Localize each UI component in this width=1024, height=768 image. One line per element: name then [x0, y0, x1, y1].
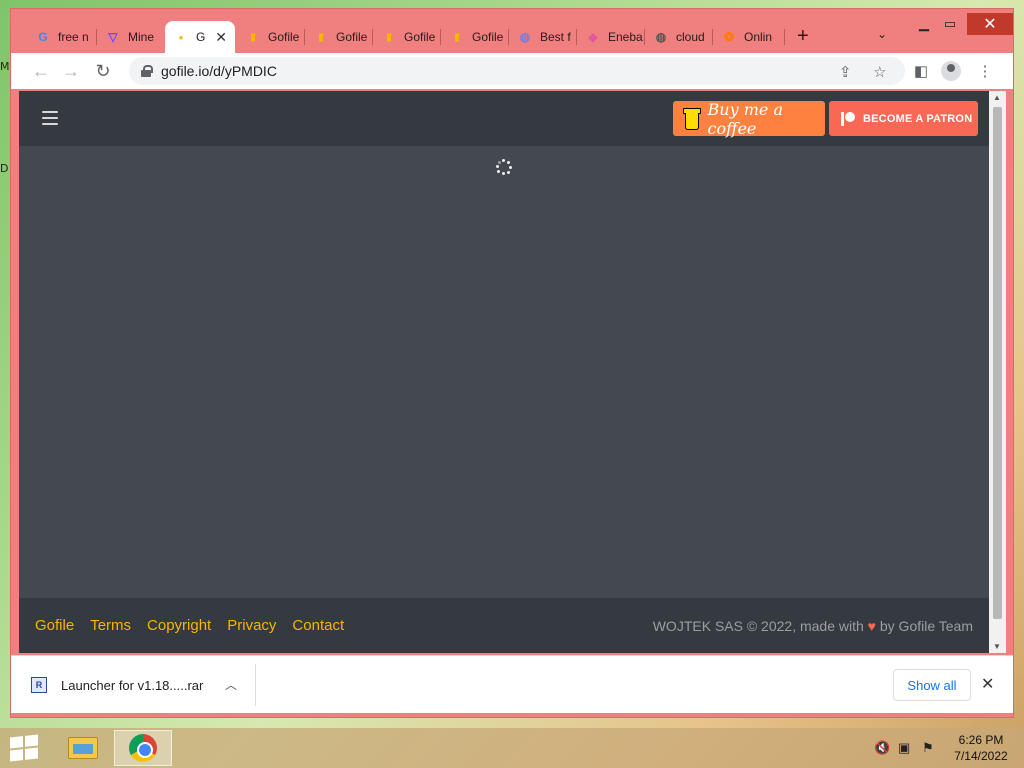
gofile-icon: ▮	[386, 31, 392, 43]
profile-avatar[interactable]	[941, 61, 961, 81]
heart-icon: ♥	[867, 618, 876, 634]
globe-icon: ◍	[655, 30, 667, 44]
tab[interactable]: ◆ Eneba	[577, 21, 645, 53]
tab-label: cloud	[676, 30, 705, 44]
download-bar: R Launcher for v1.18.....rar ︿ Show all …	[11, 655, 1013, 713]
tab-active[interactable]: ● G ✕	[165, 21, 235, 53]
chrome-taskbar-button[interactable]	[114, 730, 172, 766]
tab[interactable]: ◍ Best f	[509, 21, 577, 53]
clock-date: 7/14/2022	[954, 749, 1008, 763]
scroll-up-icon[interactable]: ▲	[993, 93, 1001, 102]
rar-file-icon: R	[31, 677, 47, 693]
bookmark-star-icon[interactable]: ☆	[873, 63, 886, 81]
footer-credit: WOJTEK SAS © 2022, made with ♥ by Gofile…	[653, 618, 973, 634]
tab-label: Gofile	[268, 30, 300, 44]
forward-icon[interactable]: →	[61, 61, 81, 81]
menu-kebab-icon[interactable]: ⋮	[975, 61, 995, 81]
coffee-cup-icon	[683, 107, 701, 130]
tab[interactable]: ▮ Gofile	[305, 21, 373, 53]
gofile-icon: ▮	[318, 31, 324, 43]
chrome-icon	[129, 734, 157, 762]
footer-link-copyright[interactable]: Copyright	[147, 617, 211, 634]
reload-icon[interactable]: ↻	[93, 61, 113, 81]
lock-icon	[141, 65, 153, 77]
url-text: gofile.io/d/yPMDIC	[161, 63, 277, 79]
desktop-glyph: M	[0, 60, 10, 73]
tab-strip: G free n ▽ Mine ● G ✕ ▮ Gofile ▮ Gofile …	[11, 9, 1013, 53]
tab-label: G	[196, 30, 206, 44]
network-icon[interactable]: ▣	[898, 740, 910, 756]
page-scrollbar[interactable]: ▲ ▼	[989, 91, 1006, 653]
scroll-down-icon[interactable]: ▼	[993, 642, 1001, 651]
online-icon: ❂	[723, 30, 735, 44]
download-file-name: Launcher for v1.18.....rar	[61, 677, 204, 693]
tab-label: Best f	[540, 30, 571, 44]
chevron-up-icon[interactable]: ︿	[225, 676, 237, 693]
tab[interactable]: ▮ Gofile	[237, 21, 305, 53]
tab-label: Gofile	[472, 30, 504, 44]
file-explorer-button[interactable]	[54, 730, 112, 766]
page-viewport: Buy me a coffee BECOME A PATRON Gofile T…	[19, 91, 989, 653]
footer-link-contact[interactable]: Contact	[292, 617, 344, 634]
buy-me-a-coffee-button[interactable]: Buy me a coffee	[673, 99, 825, 138]
gofile-icon: ▮	[454, 31, 460, 43]
tab[interactable]: ▮ Gofile	[441, 21, 509, 53]
patreon-icon	[841, 111, 855, 126]
eneba-icon: ◆	[588, 30, 598, 44]
globe-icon: ◍	[519, 30, 531, 44]
gofile-icon: ▮	[250, 31, 256, 43]
show-all-button[interactable]: Show all	[893, 669, 971, 701]
folder-icon	[68, 737, 98, 759]
credit-text: by Gofile Team	[879, 618, 973, 634]
hamburger-menu-icon[interactable]	[42, 111, 58, 125]
footer-link-privacy[interactable]: Privacy	[227, 617, 276, 634]
gofile-icon: ●	[178, 32, 184, 42]
tab-label: Gofile	[336, 30, 368, 44]
become-patron-button[interactable]: BECOME A PATRON	[829, 101, 978, 136]
loading-spinner-icon	[496, 159, 512, 175]
action-center-flag-icon[interactable]: ⚑	[922, 740, 934, 756]
patron-label: BECOME A PATRON	[863, 112, 973, 125]
browser-window: G free n ▽ Mine ● G ✕ ▮ Gofile ▮ Gofile …	[10, 8, 1014, 718]
tab-search-icon[interactable]: ⌄	[877, 27, 887, 41]
share-icon[interactable]: ⇪	[839, 63, 852, 81]
tab[interactable]: ▮ Gofile	[373, 21, 441, 53]
new-tab-button[interactable]: +	[797, 25, 809, 48]
proton-icon: ▽	[108, 30, 118, 44]
credit-text: WOJTEK SAS © 2022, made with	[652, 618, 864, 634]
tab-label: Eneba	[608, 30, 643, 44]
tab-label: Mine	[128, 30, 155, 44]
windows-start-icon[interactable]	[10, 734, 38, 762]
tab-label: Onlin	[744, 30, 773, 44]
maximize-button[interactable]: ▭	[935, 13, 965, 35]
side-panel-icon[interactable]: ◧	[911, 61, 931, 81]
back-icon[interactable]: ←	[31, 61, 51, 81]
google-icon: G	[38, 30, 48, 44]
tab[interactable]: ❂ Onlin	[713, 21, 785, 53]
footer-link-gofile[interactable]: Gofile	[35, 617, 74, 634]
taskbar: 🔇 ▣ ⚑ 6:26 PM 7/14/2022	[0, 728, 1024, 768]
clock-time: 6:26 PM	[958, 733, 1004, 747]
close-window-button[interactable]: ✕	[967, 13, 1013, 35]
tab[interactable]: G free n	[27, 21, 97, 53]
scrollbar-thumb[interactable]	[993, 107, 1002, 619]
desktop-glyph: D	[0, 162, 9, 175]
close-icon[interactable]: ✕	[215, 29, 227, 46]
footer-link-terms[interactable]: Terms	[90, 617, 131, 634]
volume-muted-icon[interactable]: 🔇	[874, 740, 890, 756]
tab-label: free n	[58, 30, 89, 44]
system-clock[interactable]: 6:26 PM 7/14/2022	[950, 732, 1012, 764]
site-header: Buy me a coffee BECOME A PATRON	[19, 91, 989, 146]
tab-label: Gofile	[404, 30, 436, 44]
tab[interactable]: ◍ cloud	[645, 21, 713, 53]
close-download-bar-icon[interactable]: ✕	[981, 674, 994, 694]
site-footer: Gofile Terms Copyright Privacy Contact W…	[19, 598, 989, 653]
download-item[interactable]: R Launcher for v1.18.....rar	[31, 670, 255, 700]
buy-coffee-label: Buy me a coffee	[707, 99, 783, 138]
browser-toolbar: ← → ↻ gofile.io/d/yPMDIC ⇪ ☆ ◧ ⋮	[11, 53, 1013, 89]
tab[interactable]: ▽ Mine	[97, 21, 165, 53]
address-bar[interactable]: gofile.io/d/yPMDIC ⇪ ☆	[129, 57, 905, 85]
